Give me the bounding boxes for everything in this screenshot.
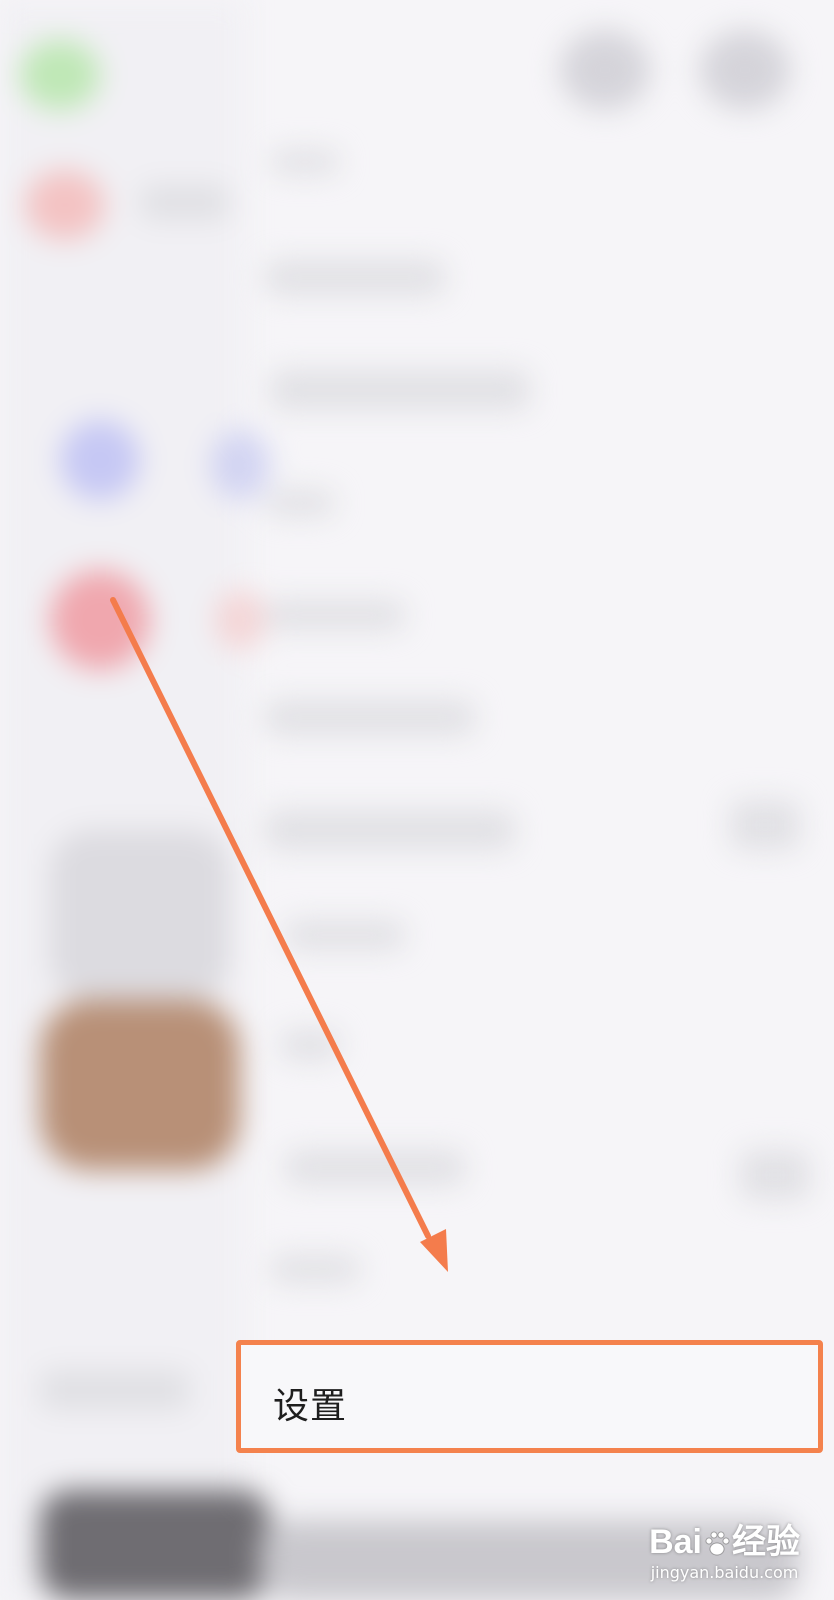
watermark-url: jingyan.baidu.com bbox=[650, 1563, 799, 1582]
watermark-logo-left: Bai bbox=[649, 1523, 702, 1561]
watermark-logo: Bai 经验 bbox=[649, 1514, 800, 1563]
arrow-shaft bbox=[110, 597, 431, 1239]
baidu-paw-icon bbox=[705, 1531, 730, 1556]
arrow-head bbox=[420, 1229, 448, 1272]
annotation-arrow bbox=[110, 597, 448, 1272]
watermark-logo-right: 经验 bbox=[732, 1523, 800, 1561]
baidu-watermark: Bai 经验 jingyan.baidu.com bbox=[649, 1514, 800, 1582]
